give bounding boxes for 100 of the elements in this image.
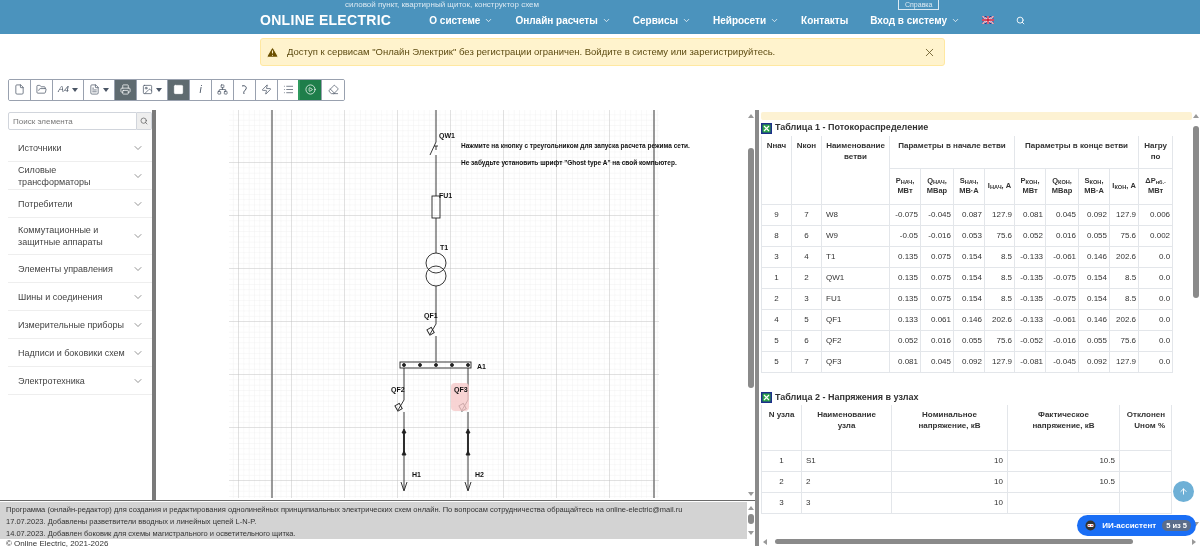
table-cell: 10 <box>891 492 1008 514</box>
table-cell: -0.061 <box>1045 309 1079 330</box>
column-header: Nкон <box>791 136 822 204</box>
scroll-up-icon <box>1193 114 1199 118</box>
table-cell: 127.9 <box>984 204 1015 225</box>
scrollbar-thumb[interactable] <box>1193 126 1199 298</box>
column-group-header: Параметры в конце ветви <box>1014 136 1139 168</box>
table-cell: 5 <box>761 351 792 372</box>
table-cell: 0.081 <box>1014 204 1046 225</box>
table-cell: 0.045 <box>1045 204 1079 225</box>
scrollbar-thumb[interactable] <box>748 148 754 388</box>
table-cell: 0.053 <box>953 225 985 246</box>
flag-icon[interactable] <box>982 16 995 24</box>
table-cell: 127.9 <box>1109 204 1139 225</box>
table-cell: 202.6 <box>984 309 1015 330</box>
column-header: Наименование ветви <box>821 136 890 204</box>
table-cell: T1 <box>821 246 890 267</box>
table-cell: 0.133 <box>889 309 921 330</box>
search-button[interactable] <box>137 112 152 130</box>
background-heading-text: силовой пункт, квартирный щиток, конструктор схем <box>345 0 539 9</box>
curve-icon <box>239 84 250 95</box>
table-cell: 0.154 <box>953 267 985 288</box>
table-cell: 4 <box>791 246 822 267</box>
table-cell: 0.135 <box>889 267 921 288</box>
table-cell: 75.6 <box>1109 225 1139 246</box>
vertical-scrollbar[interactable] <box>747 502 755 539</box>
table-cell: 6 <box>791 330 822 351</box>
toolbar-button[interactable] <box>168 79 190 100</box>
table-title: Таблица 2 - Напряжения в узлах <box>775 390 919 404</box>
table-cell: S1 <box>801 450 892 472</box>
search-icon[interactable] <box>1016 15 1026 25</box>
element-search-field[interactable]: Поиск элемента <box>8 112 137 130</box>
table-cell: -0.016 <box>920 225 954 246</box>
toolbar-button[interactable] <box>115 79 137 100</box>
table-cell: 0.135 <box>889 288 921 309</box>
table-cell: 0.146 <box>1078 246 1110 267</box>
table-cell: -0.133 <box>1014 309 1046 330</box>
table-cell: -0.016 <box>1045 330 1079 351</box>
table-cell: 0.135 <box>889 246 921 267</box>
table-cell: 127.9 <box>984 351 1015 372</box>
table-cell: 3 <box>801 492 892 514</box>
table-cell: 8.5 <box>984 288 1015 309</box>
table-cell: 75.6 <box>984 225 1015 246</box>
copyright-text: © Online Electric, 2021-2026 <box>5 539 110 548</box>
table-cell: -0.045 <box>920 204 954 225</box>
table-cell: 202.6 <box>1109 246 1139 267</box>
column-group-header: Параметры в начале ветви <box>889 136 1015 168</box>
table-cell: 75.6 <box>1109 330 1139 351</box>
arrow-up-icon <box>1179 487 1188 496</box>
table-cell: 0.0 <box>1138 309 1173 330</box>
column-header: Nнач <box>761 136 792 204</box>
table-cell: 2 <box>791 267 822 288</box>
table-cell: 0.092 <box>1078 204 1110 225</box>
toolbar-button[interactable] <box>9 79 31 100</box>
table-cell: -0.135 <box>1014 288 1046 309</box>
scrollbar-thumb[interactable] <box>775 539 1133 544</box>
scroll-to-top-button[interactable] <box>1173 481 1194 502</box>
scrollbar-thumb[interactable] <box>748 514 754 524</box>
table-cell: QF3 <box>821 351 890 372</box>
table-cell: 0.002 <box>1138 225 1173 246</box>
table-cell: 0.055 <box>1078 225 1110 246</box>
table-cell: 0.052 <box>1014 225 1046 246</box>
file-icon <box>14 84 25 95</box>
toolbar-button[interactable] <box>300 79 322 100</box>
table-cell: 2 <box>801 471 892 493</box>
table-cell: W8 <box>821 204 890 225</box>
table-cell: 8.5 <box>1109 267 1139 288</box>
table-cell: W9 <box>821 225 890 246</box>
table-cell: 3 <box>791 288 822 309</box>
toolbar-button[interactable] <box>322 79 344 100</box>
eraser-icon <box>327 84 339 95</box>
table-cell: 0.0 <box>1138 246 1173 267</box>
table-cell: -0.133 <box>1014 246 1046 267</box>
table-cell: QW1 <box>821 267 890 288</box>
table-cell: 0.0 <box>1138 267 1173 288</box>
table-cell: 6 <box>791 225 822 246</box>
table-cell: 0.0 <box>1138 288 1173 309</box>
table-title: Таблица 1 - Потокораспределение <box>775 121 929 135</box>
table-cell: 0.154 <box>1078 267 1110 288</box>
table-cell: 8.5 <box>984 246 1015 267</box>
table-cell: 0.055 <box>953 330 985 351</box>
robot-icon <box>1085 520 1097 531</box>
table-cell: 10 <box>891 471 1008 493</box>
table-cell: 0.075 <box>920 246 954 267</box>
column-header: Наименование узла <box>801 404 892 451</box>
hierarchy-icon <box>217 84 228 95</box>
column-group-header: Нагру по <box>1138 136 1173 168</box>
scroll-up-icon <box>748 114 754 118</box>
column-header: Отклонен Uном % <box>1119 404 1172 451</box>
table-cell: 2 <box>761 471 802 493</box>
table-cell: 0.055 <box>1078 330 1110 351</box>
rectangle-icon <box>173 84 184 95</box>
table-cell: -0.075 <box>1045 288 1079 309</box>
table-cell: 0.092 <box>953 351 985 372</box>
table-cell: 8.5 <box>1109 288 1139 309</box>
scroll-down-icon <box>748 492 754 496</box>
table-cell: QF2 <box>821 330 890 351</box>
spreadsheet-icon <box>761 392 772 403</box>
table-cell: 2 <box>761 288 792 309</box>
scroll-right-icon <box>1192 538 1196 545</box>
